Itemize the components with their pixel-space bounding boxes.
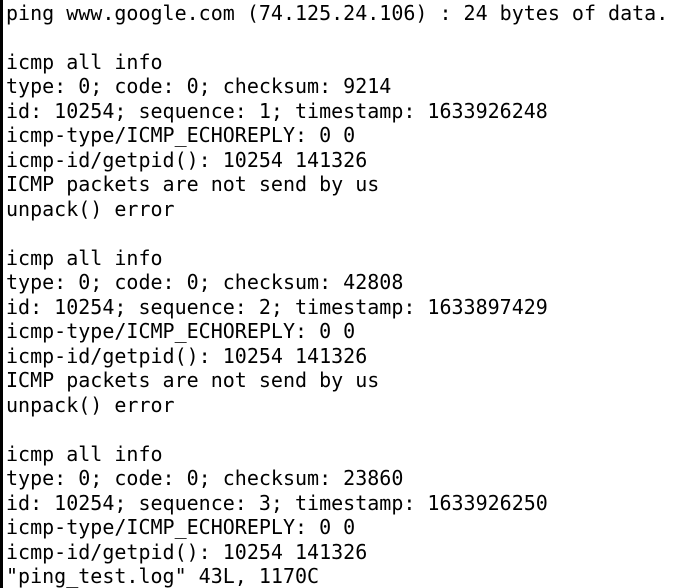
editor-status-line: "ping_test.log" 43L, 1170C	[6, 564, 320, 588]
output-line-type-checksum: type: 0; code: 0; checksum: 42808	[6, 270, 404, 294]
terminal-window[interactable]: ping www.google.com (74.125.24.106) : 24…	[0, 0, 679, 588]
output-line-icmp-info: icmp all info	[6, 246, 163, 270]
output-line-unpack-error: unpack() error	[6, 393, 175, 417]
output-line-id-sequence: id: 10254; sequence: 1; timestamp: 16339…	[6, 99, 548, 123]
output-line-icmp-id: icmp-id/getpid(): 10254 141326	[6, 540, 368, 564]
output-line-icmp-type: icmp-type/ICMP_ECHOREPLY: 0 0	[6, 319, 356, 343]
output-line-icmp-type: icmp-type/ICMP_ECHOREPLY: 0 0	[6, 123, 356, 147]
output-line-icmp-info: icmp all info	[6, 50, 163, 74]
output-line-ping-header: ping www.google.com (74.125.24.106) : 24…	[6, 1, 669, 25]
output-line-id-sequence: id: 10254; sequence: 3; timestamp: 16339…	[6, 491, 548, 515]
output-line-icmp-info: icmp all info	[6, 442, 163, 466]
output-line-type-checksum: type: 0; code: 0; checksum: 9214	[6, 74, 392, 98]
output-line-icmp-id: icmp-id/getpid(): 10254 141326	[6, 148, 368, 172]
output-line-unpack-error: unpack() error	[6, 197, 175, 221]
output-line-type-checksum: type: 0; code: 0; checksum: 23860	[6, 466, 404, 490]
output-line-icmp-type: icmp-type/ICMP_ECHOREPLY: 0 0	[6, 515, 356, 539]
output-line-not-ours: ICMP packets are not send by us	[6, 368, 380, 392]
output-line-not-ours: ICMP packets are not send by us	[6, 172, 380, 196]
output-line-icmp-id: icmp-id/getpid(): 10254 141326	[6, 344, 368, 368]
output-line-id-sequence: id: 10254; sequence: 2; timestamp: 16338…	[6, 295, 548, 319]
